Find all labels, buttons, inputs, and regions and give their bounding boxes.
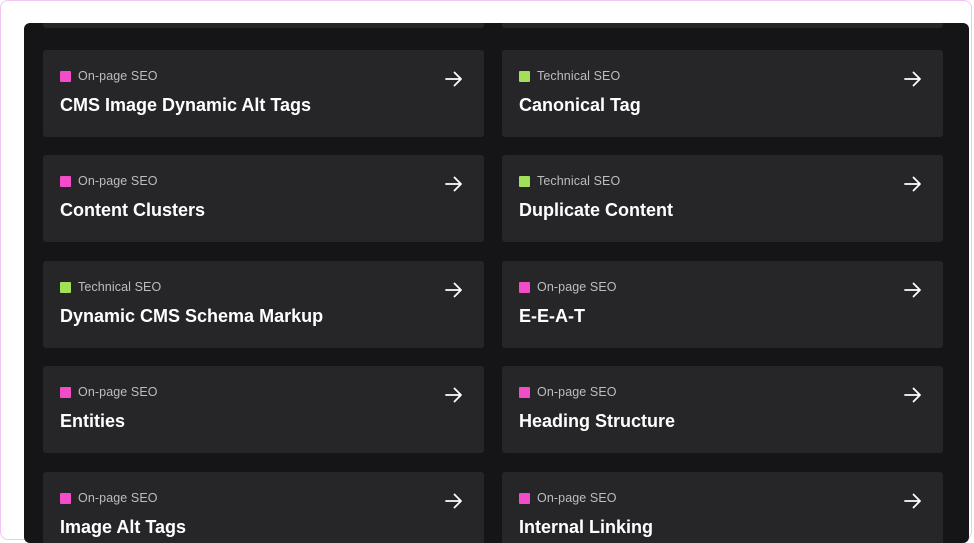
- card-partial-top-left: [43, 23, 484, 28]
- article-card[interactable]: On-page SEO CMS Image Dynamic Alt Tags: [43, 50, 484, 137]
- square-icon: [519, 281, 530, 293]
- category-label: On-page SEO: [78, 69, 158, 83]
- category-label: On-page SEO: [78, 385, 158, 399]
- category-tag: On-page SEO: [60, 174, 158, 188]
- article-title: E-E-A-T: [519, 306, 585, 326]
- square-icon: [60, 281, 71, 293]
- article-title: Internal Linking: [519, 517, 654, 537]
- arrow-right-icon[interactable]: [444, 174, 464, 194]
- article-card[interactable]: On-page SEO E-E-A-T: [502, 261, 943, 348]
- category-tag: Technical SEO: [60, 280, 161, 294]
- category-label: On-page SEO: [78, 174, 158, 188]
- arrow-right-icon[interactable]: [903, 69, 923, 89]
- article-title: Duplicate Content: [519, 200, 674, 220]
- category-tag: On-page SEO: [519, 491, 617, 505]
- square-icon: [519, 175, 530, 187]
- category-label: On-page SEO: [537, 491, 617, 505]
- category-label: Technical SEO: [537, 69, 621, 83]
- arrow-right-icon[interactable]: [444, 69, 464, 89]
- article-title: Image Alt Tags: [60, 517, 187, 537]
- arrow-right-icon[interactable]: [903, 491, 923, 511]
- arrow-right-icon[interactable]: [903, 174, 923, 194]
- article-card[interactable]: On-page SEO Entities: [43, 366, 484, 453]
- arrow-right-icon[interactable]: [903, 280, 923, 300]
- category-tag: On-page SEO: [519, 280, 617, 294]
- category-tag: Technical SEO: [519, 69, 620, 83]
- article-card[interactable]: Technical SEO Canonical Tag: [502, 50, 943, 137]
- article-card[interactable]: Technical SEO Duplicate Content: [502, 155, 943, 242]
- square-icon: [519, 70, 530, 82]
- article-title: Canonical Tag: [519, 95, 641, 115]
- article-card[interactable]: Technical SEO Dynamic CMS Schema Markup: [43, 261, 484, 348]
- category-tag: Technical SEO: [519, 174, 620, 188]
- article-title: CMS Image Dynamic Alt Tags: [60, 95, 312, 115]
- category-tag: On-page SEO: [60, 491, 158, 505]
- article-card[interactable]: On-page SEO Content Clusters: [43, 155, 484, 242]
- category-label: On-page SEO: [537, 280, 617, 294]
- article-title: Content Clusters: [60, 200, 206, 220]
- articles-panel: On-page SEO CMS Image Dynamic Alt Tags T…: [24, 23, 969, 543]
- square-icon: [60, 70, 71, 82]
- category-tag: On-page SEO: [519, 385, 617, 399]
- arrow-right-icon[interactable]: [903, 385, 923, 405]
- square-icon: [519, 492, 530, 504]
- article-card[interactable]: On-page SEO Image Alt Tags: [43, 472, 484, 543]
- category-label: On-page SEO: [78, 491, 158, 505]
- category-label: Technical SEO: [78, 280, 162, 294]
- article-title: Dynamic CMS Schema Markup: [60, 306, 324, 326]
- article-title: Entities: [60, 411, 126, 431]
- square-icon: [60, 492, 71, 504]
- arrow-right-icon[interactable]: [444, 280, 464, 300]
- arrow-right-icon[interactable]: [444, 385, 464, 405]
- card-partial-top-right: [502, 23, 943, 28]
- square-icon: [60, 386, 71, 398]
- category-tag: On-page SEO: [60, 385, 158, 399]
- article-card[interactable]: On-page SEO Heading Structure: [502, 366, 943, 453]
- category-label: On-page SEO: [537, 385, 617, 399]
- article-card[interactable]: On-page SEO Internal Linking: [502, 472, 943, 543]
- square-icon: [60, 175, 71, 187]
- category-label: Technical SEO: [537, 174, 621, 188]
- category-tag: On-page SEO: [60, 69, 158, 83]
- arrow-right-icon[interactable]: [444, 491, 464, 511]
- article-title: Heading Structure: [519, 411, 676, 431]
- square-icon: [519, 386, 530, 398]
